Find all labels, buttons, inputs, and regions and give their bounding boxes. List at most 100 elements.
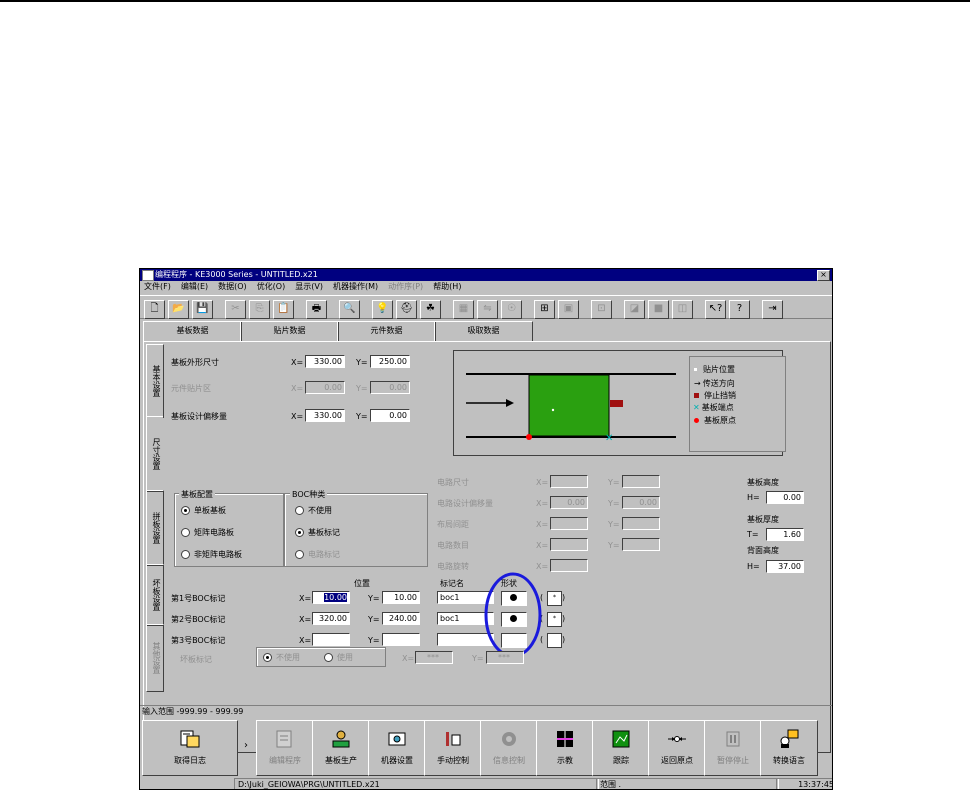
bad-mark-y-prefix: Y= (472, 654, 484, 663)
help-icon[interactable]: ? (729, 300, 750, 319)
manual-control-icon (446, 732, 461, 746)
circuit-size-y-input[interactable] (622, 475, 660, 488)
tab-board-data[interactable]: 基板数据 (143, 321, 242, 342)
boc-row3-x-input[interactable] (312, 633, 350, 646)
machine-setup-button[interactable]: 机器设置 (368, 720, 426, 776)
boc-row1-x-prefix: X= (299, 594, 312, 603)
menu-data[interactable]: 数据(O) (218, 281, 247, 293)
new-file-icon[interactable]: 🗋 (144, 300, 165, 319)
col-position-header: 位置 (354, 579, 370, 588)
boc-row1-y-input[interactable]: 10.00 (382, 591, 420, 604)
circuit-rotation-x-input[interactable] (550, 559, 588, 572)
bulb-icon[interactable]: 💡 (372, 300, 393, 319)
offset-x-input[interactable]: 330.00 (305, 409, 345, 422)
get-log-button[interactable]: 取得日志 (142, 720, 238, 776)
boc-row3-option[interactable] (547, 633, 562, 648)
radio-bad-mark-on[interactable]: 使用 (324, 652, 353, 663)
boc-row2-y-input[interactable]: 240.00 (382, 612, 420, 625)
boc-row2-x-input[interactable]: 320.00 (312, 612, 350, 625)
nozzle-icon[interactable]: ⛑ (396, 300, 417, 319)
menu-edit[interactable]: 编辑(E) (181, 281, 208, 293)
radio-boc-none[interactable]: 不使用 (295, 505, 332, 516)
radio-nonmatrix-board[interactable]: 非矩阵电路板 (181, 549, 242, 560)
outline-x-input[interactable]: 330.00 (305, 355, 345, 368)
close-button[interactable]: × (817, 270, 830, 281)
layout-group-title: 基板配置 (179, 489, 215, 500)
info-control-button[interactable]: 信息控制 (480, 720, 538, 776)
boc-row3-y-input[interactable] (382, 633, 420, 646)
area-y-input[interactable]: 0.00 (370, 381, 410, 394)
tool4-icon[interactable]: ▣ (558, 300, 579, 319)
save-icon[interactable]: 💾 (192, 300, 213, 319)
area-x-input[interactable]: 0.00 (305, 381, 345, 394)
thickness-input[interactable]: 1.60 (766, 528, 804, 541)
tool5-icon[interactable]: ⊡ (591, 300, 612, 319)
tab-component-data[interactable]: 元件数据 (337, 321, 436, 342)
tool2-icon[interactable]: ⇋ (477, 300, 498, 319)
exit-icon[interactable]: ⇥ (762, 300, 783, 319)
boc-row1-option[interactable]: * (547, 591, 562, 606)
board-height-input[interactable]: 0.00 (766, 491, 804, 504)
area-y-prefix: Y= (356, 384, 368, 393)
stop-icon[interactable]: ■ (648, 300, 669, 319)
edit-program-button[interactable]: 编辑程序 (256, 720, 314, 776)
menu-help[interactable]: 帮助(H) (433, 281, 461, 293)
menu-view[interactable]: 显示(V) (295, 281, 323, 293)
tool7-icon[interactable]: ◫ (672, 300, 693, 319)
pause-stop-button[interactable]: 暂停停止 (704, 720, 762, 776)
radio-off-icon (181, 550, 190, 559)
menu-file[interactable]: 文件(F) (144, 281, 171, 293)
tool1-icon[interactable]: ▦ (453, 300, 474, 319)
boc-row1-x-input[interactable]: 10.00 (312, 591, 350, 604)
circuit-offset-y-input[interactable]: 0.00 (622, 496, 660, 509)
radio-single-board[interactable]: 单板基板 (181, 505, 226, 516)
switch-language-button[interactable]: 转换语言 (760, 720, 818, 776)
circuit-count-y-input[interactable] (622, 538, 660, 551)
back-height-input[interactable]: 37.00 (766, 560, 804, 573)
context-help-icon[interactable]: ↖? (705, 300, 726, 319)
manual-control-button[interactable]: 手动控制 (424, 720, 482, 776)
bad-mark-x-input[interactable]: *** (415, 651, 453, 664)
color-icon[interactable]: ☘ (420, 300, 441, 319)
radio-matrix-board[interactable]: 矩阵电路板 (181, 527, 234, 538)
layout-pitch-x-input[interactable] (550, 517, 588, 530)
tool3-icon[interactable]: ☉ (501, 300, 522, 319)
circuit-count-x-input[interactable] (550, 538, 588, 551)
side-tab-other[interactable]: 其他设置 (146, 624, 164, 692)
menu-optimize[interactable]: 优化(O) (257, 281, 286, 293)
layout-pitch-y-input[interactable] (622, 517, 660, 530)
side-tab-badmark[interactable]: 坏板设置 (146, 564, 164, 626)
side-tab-basic[interactable]: 基本设置 (146, 344, 164, 418)
side-tab-panel[interactable]: 拼板设置 (146, 490, 164, 566)
diagram-legend: 贴片位置 → 传送方向 停止挡销 ✕ 基板端点 基板原点 (689, 356, 786, 452)
outline-y-input[interactable]: 250.00 (370, 355, 410, 368)
board-production-button[interactable]: 基板生产 (312, 720, 370, 776)
radio-bad-mark-off[interactable]: 不使用 (263, 652, 300, 663)
side-tab-size[interactable]: 尺寸设置 (146, 416, 163, 492)
legend-endpoint: ✕ 基板端点 (693, 403, 734, 412)
tool6-icon[interactable]: ◪ (624, 300, 645, 319)
cut-icon[interactable]: ✂ (225, 300, 246, 319)
component-icon[interactable]: ⊞ (534, 300, 555, 319)
chevron-right-icon[interactable]: › (244, 740, 248, 751)
menu-machine[interactable]: 机器操作(M) (333, 281, 378, 293)
radio-boc-board-mark[interactable]: 基板标记 (295, 527, 340, 538)
teach-button[interactable]: 示教 (536, 720, 594, 776)
tracking-button[interactable]: 跟踪 (592, 720, 650, 776)
offset-y-input[interactable]: 0.00 (370, 409, 410, 422)
return-origin-button[interactable]: 返回原点 (648, 720, 706, 776)
tab-pickup-data[interactable]: 吸取数据 (434, 321, 533, 342)
find-icon[interactable]: 🔍 (339, 300, 360, 319)
tab-placement-data[interactable]: 贴片数据 (240, 321, 339, 342)
boc-row2-option[interactable]: * (547, 612, 562, 627)
menu-sequence[interactable]: 动作序(P) (388, 281, 423, 293)
copy-icon[interactable]: ⎘ (249, 300, 270, 319)
open-folder-icon[interactable]: 📂 (168, 300, 189, 319)
title-bar[interactable]: 编程程序 - KE3000 Series - UNTITLED.x21 × (140, 269, 832, 281)
circuit-size-x-input[interactable] (550, 475, 588, 488)
bad-mark-y-input[interactable]: *** (486, 651, 524, 664)
paste-icon[interactable]: 📋 (273, 300, 294, 319)
circuit-offset-x-input[interactable]: 0.00 (550, 496, 588, 509)
print-icon[interactable]: 🖶 (306, 300, 327, 319)
radio-boc-circuit-mark[interactable]: 电路标记 (295, 549, 340, 560)
